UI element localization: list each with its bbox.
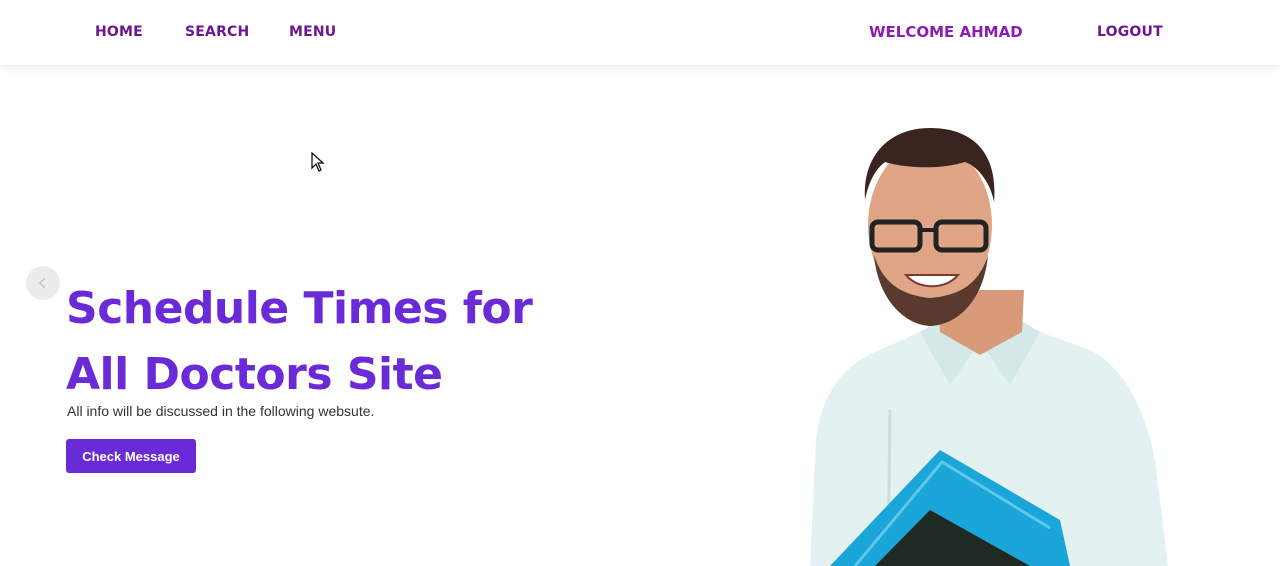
top-navbar: HOME SEARCH MENU WELCOME AHMAD LOGOUT	[0, 0, 1280, 65]
nav-link-search[interactable]: SEARCH	[185, 23, 249, 41]
nav-link-home[interactable]: HOME	[95, 23, 143, 41]
carousel-prev-button[interactable]	[26, 266, 60, 300]
hero-title-line-1: Schedule Times for	[66, 283, 533, 334]
mouse-cursor-icon	[311, 152, 325, 172]
page: HOME SEARCH MENU WELCOME AHMAD LOGOUT Sc…	[0, 0, 1280, 566]
welcome-user-text: WELCOME AHMAD	[869, 23, 1023, 41]
hero-title: Schedule Times for All Doctors Site	[66, 276, 626, 408]
doctor-photo	[810, 128, 1168, 566]
hero-title-line-2: All Doctors Site	[66, 349, 443, 400]
check-message-button[interactable]: Check Message	[66, 439, 196, 473]
chevron-left-icon	[38, 277, 46, 289]
hero-subtitle: All info will be discussed in the follow…	[67, 403, 375, 419]
nav-link-menu[interactable]: MENU	[289, 23, 336, 41]
nav-link-logout[interactable]: LOGOUT	[1097, 23, 1163, 41]
